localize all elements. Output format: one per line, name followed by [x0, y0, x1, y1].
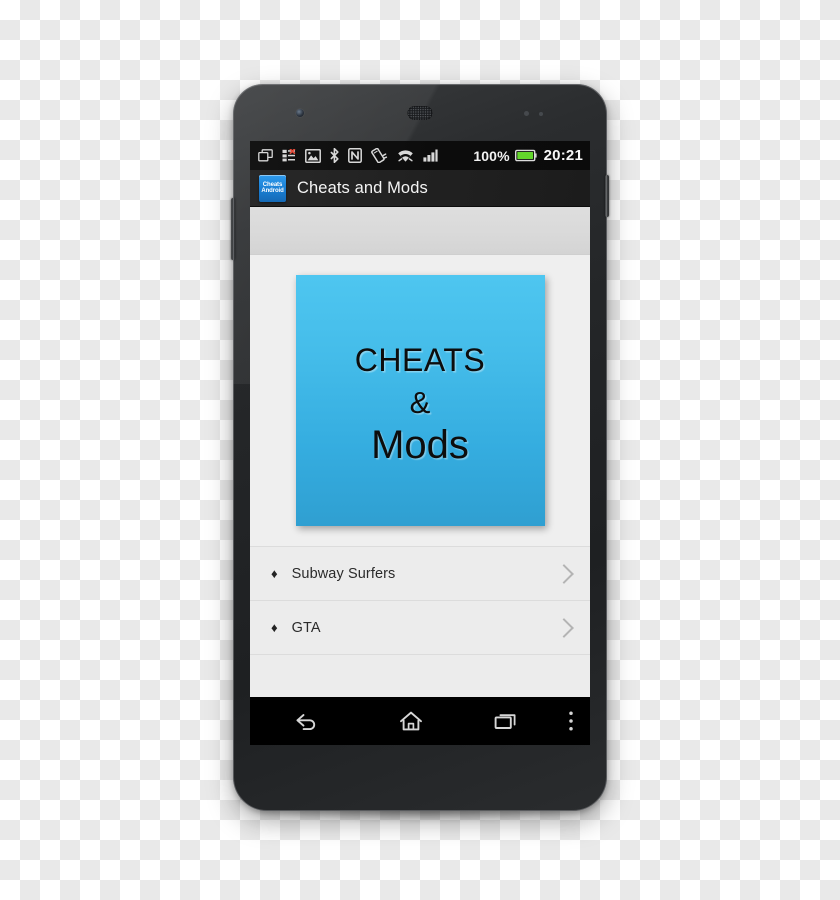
status-bar-clock: 20:21 [543, 147, 583, 164]
home-icon [400, 711, 422, 731]
list-item-label: GTA [291, 619, 321, 636]
diamond-bullet-icon: ♦ [271, 620, 278, 635]
screen-cast-icon [258, 149, 273, 162]
back-button[interactable] [250, 711, 364, 732]
android-navigation-bar [250, 697, 590, 745]
earpiece-speaker-icon [407, 106, 433, 120]
app-title: Cheats and Mods [297, 178, 428, 197]
splash-text-mods: Mods [371, 423, 469, 467]
vibrate-icon [371, 148, 388, 163]
splash-text-cheats: Cheats [354, 329, 486, 381]
wifi-icon [398, 149, 413, 162]
bluetooth-icon [330, 148, 339, 163]
status-bar: 100% 20:21 [250, 141, 590, 170]
list-item-label: Subway Surfers [291, 565, 396, 582]
splash-image-wrapper: Cheats & Mods [250, 255, 590, 526]
power-button[interactable] [605, 175, 609, 217]
ad-banner-placeholder[interactable] [250, 207, 590, 255]
back-arrow-icon [296, 713, 316, 730]
chevron-right-icon [554, 563, 574, 584]
nfc-icon [348, 148, 362, 163]
diamond-bullet-icon: ♦ [271, 566, 278, 581]
list-item[interactable]: ♦ Subway Surfers [250, 547, 590, 601]
recent-apps-icon [494, 714, 515, 729]
status-bar-right-icons: 100% 20:21 [473, 148, 583, 163]
front-camera-icon [296, 109, 304, 117]
chevron-right-icon [554, 617, 574, 638]
image-download-icon [305, 148, 321, 163]
proximity-sensor-icon [524, 111, 550, 117]
overflow-dots-icon [569, 711, 573, 731]
app-content-area: Cheats & Mods ♦ Subway Surfers ♦ GTA [250, 255, 590, 710]
home-button[interactable] [364, 710, 458, 732]
cheats-android-app-icon[interactable]: Cheats Android [259, 174, 286, 202]
sync-error-icon [282, 149, 296, 162]
recents-button[interactable] [458, 711, 552, 731]
list-item[interactable]: ♦ GTA [250, 601, 590, 655]
phone-device: 100% 20:21 Cheats Android Cheats and Mod… [231, 84, 609, 811]
battery-full-icon [514, 149, 537, 162]
cheats-and-mods-splash-image: Cheats & Mods [295, 275, 545, 526]
app-action-bar: Cheats Android Cheats and Mods [250, 170, 590, 207]
battery-percent-label: 100% [473, 147, 510, 164]
overflow-menu-button[interactable] [552, 710, 590, 732]
volume-rocker-button[interactable] [231, 198, 235, 260]
splash-text-ampersand: & [409, 385, 431, 420]
game-list: ♦ Subway Surfers ♦ GTA [250, 546, 590, 709]
phone-screen: 100% 20:21 Cheats Android Cheats and Mod… [250, 141, 590, 745]
app-icon-line-2: Android [261, 188, 284, 194]
status-bar-left-icons [258, 148, 473, 163]
cellular-signal-icon [423, 149, 438, 162]
